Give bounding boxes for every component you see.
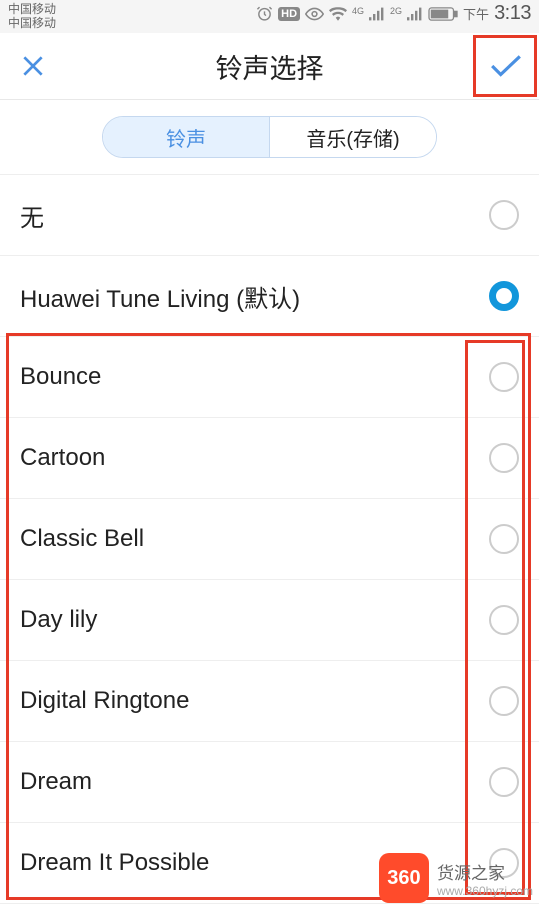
ringtone-row[interactable]: Bounce [0,337,539,418]
net2-label: 2G [390,6,402,16]
ringtone-row[interactable]: Classic Bell [0,499,539,580]
eye-icon [305,7,324,21]
ringtone-row[interactable]: Cartoon [0,418,539,499]
ringtone-label: Bounce [20,363,489,391]
watermark-title: 货源之家 [437,859,533,884]
close-icon [20,53,46,79]
close-button[interactable] [13,46,53,86]
watermark: 360 货源之家 www.360hyzj.com [379,853,533,903]
radio-button[interactable] [489,686,519,716]
net1-label: 4G [352,6,364,16]
ringtone-label: Huawei Tune Living (默认) [20,279,489,314]
radio-button[interactable] [489,362,519,392]
tab-segment: 铃声 音乐(存储) [0,100,539,174]
ringtone-label: Cartoon [20,444,489,472]
ringtone-label: Classic Bell [20,525,489,553]
carrier-2: 中国移动 [8,16,56,30]
radio-button[interactable] [489,767,519,797]
ringtone-label: Day lily [20,606,489,634]
ringtone-row[interactable]: 无 [0,175,539,256]
tab-music[interactable]: 音乐(存储) [270,117,436,157]
alarm-icon [256,5,273,22]
radio-button[interactable] [489,524,519,554]
ringtone-label: Dream [20,768,489,796]
signal-1-icon [369,7,385,21]
ringtone-list: 无 Huawei Tune Living (默认) Bounce Cartoon Cla… [0,174,539,904]
wifi-icon [329,7,347,21]
ringtone-label: 无 [20,198,489,233]
radio-button[interactable] [489,443,519,473]
ringtone-row[interactable]: Digital Ringtone [0,661,539,742]
signal-2-icon [407,7,423,21]
watermark-badge: 360 [379,853,429,903]
confirm-button[interactable] [486,46,526,86]
ringtone-row[interactable]: Day lily [0,580,539,661]
check-icon [489,53,523,79]
ringtone-label: Digital Ringtone [20,687,489,715]
header: 铃声选择 [0,33,539,100]
radio-button[interactable] [489,200,519,230]
ringtone-row[interactable]: Dream [0,742,539,823]
battery-icon [428,7,458,21]
hd-badge: HD [278,7,300,21]
ringtone-row[interactable]: Huawei Tune Living (默认) [0,256,539,337]
radio-button[interactable] [489,281,519,311]
status-bar: 中国移动 中国移动 HD 4G 2G 下午 3:13 [0,0,539,33]
time-period: 下午 [463,4,489,23]
carrier-1: 中国移动 [8,2,56,16]
radio-button[interactable] [489,605,519,635]
tab-ringtone[interactable]: 铃声 [103,117,269,157]
time: 3:13 [494,2,531,25]
watermark-url: www.360hyzj.com [437,884,533,898]
page-title: 铃声选择 [53,47,486,86]
